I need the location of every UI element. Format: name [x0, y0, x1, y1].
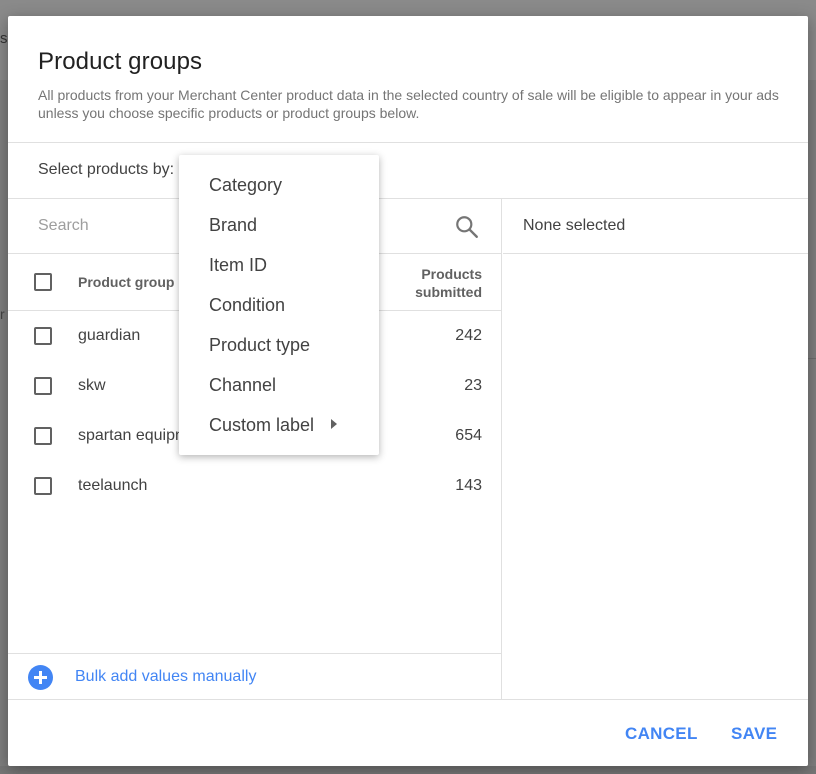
select-products-by-row: Select products by:: [8, 143, 808, 199]
bulk-add-values-link[interactable]: Bulk add values manually: [75, 668, 256, 686]
menu-item-channel[interactable]: Channel: [179, 365, 379, 405]
selected-items-header: None selected: [503, 199, 808, 254]
row-checkbox[interactable]: [34, 327, 52, 345]
product-groups-dialog: Product groups All products from your Me…: [8, 16, 808, 766]
menu-item-brand[interactable]: Brand: [179, 205, 379, 245]
dialog-title: Product groups: [38, 48, 203, 75]
select-products-by-menu: Category Brand Item ID Condition Product…: [179, 155, 379, 455]
cancel-button[interactable]: CANCEL: [625, 724, 698, 744]
background-strip: [0, 766, 816, 774]
add-circle-icon[interactable]: [28, 665, 53, 690]
menu-item-label: Condition: [209, 295, 286, 315]
products-submitted-count: 654: [455, 427, 482, 444]
selected-items-panel: None selected: [503, 199, 808, 699]
row-checkbox[interactable]: [34, 427, 52, 445]
menu-item-label: Custom label: [209, 415, 315, 435]
select-all-checkbox[interactable]: [34, 273, 52, 291]
menu-item-product-type[interactable]: Product type: [179, 325, 379, 365]
menu-item-item-id[interactable]: Item ID: [179, 245, 379, 285]
menu-item-custom-label[interactable]: Custom label: [179, 405, 379, 445]
background-divider: [808, 358, 816, 359]
menu-item-label: Channel: [209, 375, 277, 395]
menu-item-label: Item ID: [209, 255, 268, 275]
row-checkbox[interactable]: [34, 477, 52, 495]
menu-item-label: Product type: [209, 335, 311, 355]
save-button[interactable]: SAVE: [731, 724, 777, 744]
submenu-arrow-icon: [331, 419, 337, 429]
products-submitted-count: 242: [455, 327, 482, 344]
dialog-description: All products from your Merchant Center p…: [38, 87, 779, 121]
products-submitted-count: 23: [464, 377, 482, 394]
select-products-by-label: Select products by:: [38, 161, 175, 178]
column-header-product-group: Product group: [78, 274, 175, 290]
row-checkbox[interactable]: [34, 377, 52, 395]
none-selected-text: None selected: [523, 217, 626, 234]
product-group-name: teelaunch: [78, 477, 148, 494]
column-header-products-submitted: Products submitted: [415, 266, 482, 300]
search-icon[interactable]: [454, 214, 480, 240]
background-text: r: [0, 306, 5, 322]
menu-item-label: Category: [209, 175, 283, 195]
dialog-footer: CANCEL SAVE: [8, 699, 808, 766]
products-submitted-count: 143: [455, 477, 482, 494]
product-group-name: guardian: [78, 327, 141, 344]
menu-item-condition[interactable]: Condition: [179, 285, 379, 325]
table-row[interactable]: teelaunch 143: [8, 461, 502, 511]
product-group-name: skw: [78, 377, 106, 394]
bulk-add-row[interactable]: Bulk add values manually: [8, 653, 502, 699]
menu-item-label: Brand: [209, 215, 258, 235]
menu-item-category[interactable]: Category: [179, 165, 379, 205]
background-text: s: [0, 30, 8, 47]
dialog-header: Product groups All products from your Me…: [8, 16, 808, 143]
